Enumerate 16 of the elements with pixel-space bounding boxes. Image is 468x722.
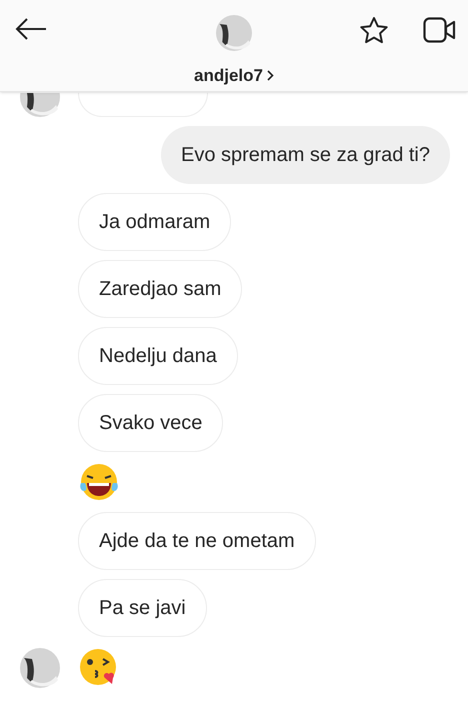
message-bubble: Evo spremam se za grad ti? [161, 126, 450, 184]
username[interactable]: andjelo7 [194, 63, 263, 88]
back-icon[interactable] [15, 18, 47, 40]
star-icon[interactable] [359, 16, 389, 45]
avatar-icon[interactable] [20, 648, 60, 688]
avatar-icon[interactable] [20, 93, 60, 117]
message-bubble: Zaredjao sam [78, 260, 242, 318]
message-bubble: Ja odmaram [78, 193, 232, 251]
chevron-icon [266, 70, 274, 82]
message-bubble: Nedelju dana [78, 327, 238, 385]
laughing-face-icon [78, 461, 120, 503]
message-bubble: Ajde da te ne ometam [78, 512, 316, 570]
message-bubble: Svako vece [78, 394, 224, 452]
message-bubble: Pa se javi [78, 579, 207, 637]
video-camera-icon[interactable] [423, 17, 456, 43]
avatar-icon[interactable] [216, 15, 252, 51]
